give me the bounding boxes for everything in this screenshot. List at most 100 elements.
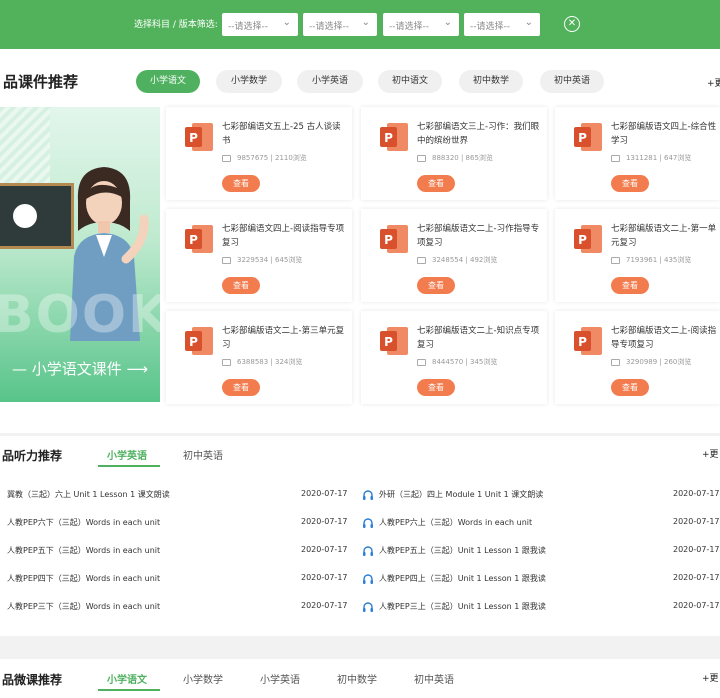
audio-item-title[interactable]: 人教PEP六下（三起）Words in each unit: [7, 517, 160, 528]
courseware-card[interactable]: P 七彩部编语文五上-25 古人谈读书 9857675 | 2110浏览 查看: [166, 107, 352, 200]
ppt-file-icon: P: [574, 123, 602, 151]
audio-item-date: 2020-07-17: [673, 573, 720, 582]
headphones-icon: [363, 490, 373, 500]
tab-primary-english[interactable]: 小学英语: [107, 447, 147, 462]
tab-junior-math[interactable]: 初中数学: [459, 70, 523, 93]
grade-select[interactable]: --请选择-- ⌄: [303, 13, 377, 36]
banner-caption: — 小学语文课件 ⟶: [11, 360, 149, 378]
tab-primary-math[interactable]: 小学数学: [183, 671, 223, 686]
tab-primary-english[interactable]: 小学英语: [260, 671, 300, 686]
tab-primary-english[interactable]: 小学英语: [297, 70, 363, 93]
courseware-card[interactable]: P 七彩部编版语文四上-综合性学习 1311281 | 647浏览 查看: [555, 107, 720, 200]
subject-select[interactable]: --请选择-- ⌄: [222, 13, 298, 36]
audio-item-date: 2020-07-17: [673, 601, 720, 610]
card-stats: 3229534 | 645浏览: [237, 256, 303, 264]
tab-junior-chinese[interactable]: 初中语文: [378, 70, 442, 93]
volume-select[interactable]: --请选择-- ⌄: [464, 13, 540, 36]
headphones-icon: [363, 518, 373, 528]
audio-item-title[interactable]: 人教PEP四下（三起）Words in each unit: [7, 573, 160, 584]
ppt-file-icon: P: [380, 327, 408, 355]
tab-primary-chinese[interactable]: 小学语文: [107, 671, 147, 686]
courseware-card[interactable]: P 七彩部编版语文二上-第一单元复习 7193961 | 435浏览 查看: [555, 209, 720, 302]
filter-label: 选择科目 / 版本筛选:: [134, 20, 218, 30]
view-button[interactable]: 查看: [611, 277, 649, 294]
audio-item-title[interactable]: 人教PEP五下（三起）Words in each unit: [7, 545, 160, 556]
card-stats: 3248554 | 492浏览: [432, 256, 498, 264]
view-button[interactable]: 查看: [222, 277, 260, 294]
ppt-file-icon: P: [185, 225, 213, 253]
view-button[interactable]: 查看: [417, 277, 455, 294]
headphones-icon: [363, 574, 373, 584]
chevron-down-icon: ⌄: [282, 17, 291, 28]
card-title[interactable]: 七彩部编语文五上-25 古人谈读书: [222, 120, 346, 148]
audio-item-date: 2020-07-17: [673, 489, 720, 498]
card-meta: 8444570 | 345浏览: [417, 357, 497, 367]
tab-junior-english[interactable]: 初中英语: [414, 671, 454, 686]
audio-title: 品听力推荐: [2, 449, 63, 463]
more-link[interactable]: +更: [702, 671, 719, 684]
audio-section: 品听力推荐 小学英语 初中英语 +更 冀教（三起）六上 Unit 1 Lesso…: [0, 436, 720, 636]
version-select-value: --请选择--: [389, 22, 429, 32]
view-button[interactable]: 查看: [222, 175, 260, 192]
card-title[interactable]: 七彩部编版语文四上-综合性学习: [611, 120, 719, 148]
subject-select-value: --请选择--: [228, 22, 268, 32]
card-title[interactable]: 七彩部编版语文二上-第一单元复习: [611, 222, 719, 250]
audio-item-date: 2020-07-17: [673, 545, 720, 554]
courseware-card[interactable]: P 七彩部编版语文二上-第三单元复习 6388583 | 324浏览 查看: [166, 311, 352, 404]
courseware-card[interactable]: P 七彩部编版语文二上-阅读指导专项复习 3290989 | 260浏览 查看: [555, 311, 720, 404]
audio-item-title[interactable]: 冀教（三起）六上 Unit 1 Lesson 1 课文朗读: [7, 489, 170, 500]
folder-icon: [611, 154, 620, 162]
card-stats: 8444570 | 345浏览: [432, 358, 498, 366]
view-button[interactable]: 查看: [611, 379, 649, 396]
version-select[interactable]: --请选择-- ⌄: [383, 13, 459, 36]
courseware-card[interactable]: P 七彩部编语文四上-阅读指导专项复习 3229534 | 645浏览 查看: [166, 209, 352, 302]
card-title[interactable]: 七彩部编版语文二上-知识点专项复习: [417, 324, 541, 352]
courseware-card[interactable]: P 七彩部编语文三上-习作：我们眼中的缤纷世界 888320 | 865浏览 查…: [361, 107, 547, 200]
courseware-card[interactable]: P 七彩部编版语文二上-知识点专项复习 8444570 | 345浏览 查看: [361, 311, 547, 404]
audio-item-title[interactable]: 人教PEP六上（三起）Words in each unit: [379, 517, 532, 528]
svg-text:P: P: [578, 233, 587, 247]
courseware-card[interactable]: P 七彩部编版语文二上-习作指导专项复习 3248554 | 492浏览 查看: [361, 209, 547, 302]
active-tab-underline: [98, 689, 160, 691]
view-button[interactable]: 查看: [611, 175, 649, 192]
more-link[interactable]: +更: [702, 447, 719, 460]
tab-primary-math[interactable]: 小学数学: [216, 70, 282, 93]
svg-text:P: P: [189, 131, 198, 145]
ppt-file-icon: P: [380, 225, 408, 253]
tab-junior-math[interactable]: 初中数学: [337, 671, 377, 686]
tab-junior-english[interactable]: 初中英语: [540, 70, 604, 93]
audio-item-title[interactable]: 人教PEP三下（三起）Words in each unit: [7, 601, 160, 612]
more-link[interactable]: +更: [707, 76, 720, 89]
grade-select-value: --请选择--: [309, 22, 349, 32]
headphones-icon: [363, 602, 373, 612]
folder-icon: [417, 154, 426, 162]
tab-primary-chinese[interactable]: 小学语文: [136, 70, 200, 93]
chevron-down-icon: ⌄: [524, 17, 533, 28]
card-title[interactable]: 七彩部编版语文二上-第三单元复习: [222, 324, 346, 352]
close-icon[interactable]: ✕: [564, 16, 580, 32]
svg-text:P: P: [189, 233, 198, 247]
view-button[interactable]: 查看: [417, 175, 455, 192]
promo-banner[interactable]: BOOK — 小学语文课件 ⟶: [0, 107, 160, 402]
svg-text:P: P: [578, 335, 587, 349]
view-button[interactable]: 查看: [222, 379, 260, 396]
card-title[interactable]: 七彩部编版语文二上-阅读指导专项复习: [611, 324, 719, 352]
card-meta: 3248554 | 492浏览: [417, 255, 497, 265]
audio-item-title[interactable]: 人教PEP三上（三起）Unit 1 Lesson 1 跟我读: [379, 601, 546, 612]
audio-item-title[interactable]: 人教PEP四上（三起）Unit 1 Lesson 1 跟我读: [379, 573, 546, 584]
card-meta: 888320 | 865浏览: [417, 153, 493, 163]
headphones-icon: [363, 546, 373, 556]
card-stats: 9857675 | 2110浏览: [237, 154, 307, 162]
svg-text:P: P: [384, 233, 393, 247]
chevron-down-icon: ⌄: [361, 17, 370, 28]
audio-item-title[interactable]: 外研（三起）四上 Module 1 Unit 1 课文朗读: [379, 489, 543, 500]
card-title[interactable]: 七彩部编语文三上-习作：我们眼中的缤纷世界: [417, 120, 541, 148]
folder-icon: [222, 358, 231, 366]
card-title[interactable]: 七彩部编语文四上-阅读指导专项复习: [222, 222, 346, 250]
folder-icon: [222, 256, 231, 264]
view-button[interactable]: 查看: [417, 379, 455, 396]
folder-icon: [417, 358, 426, 366]
audio-item-title[interactable]: 人教PEP五上（三起）Unit 1 Lesson 1 跟我读: [379, 545, 546, 556]
tab-junior-english[interactable]: 初中英语: [183, 447, 223, 462]
card-title[interactable]: 七彩部编版语文二上-习作指导专项复习: [417, 222, 541, 250]
